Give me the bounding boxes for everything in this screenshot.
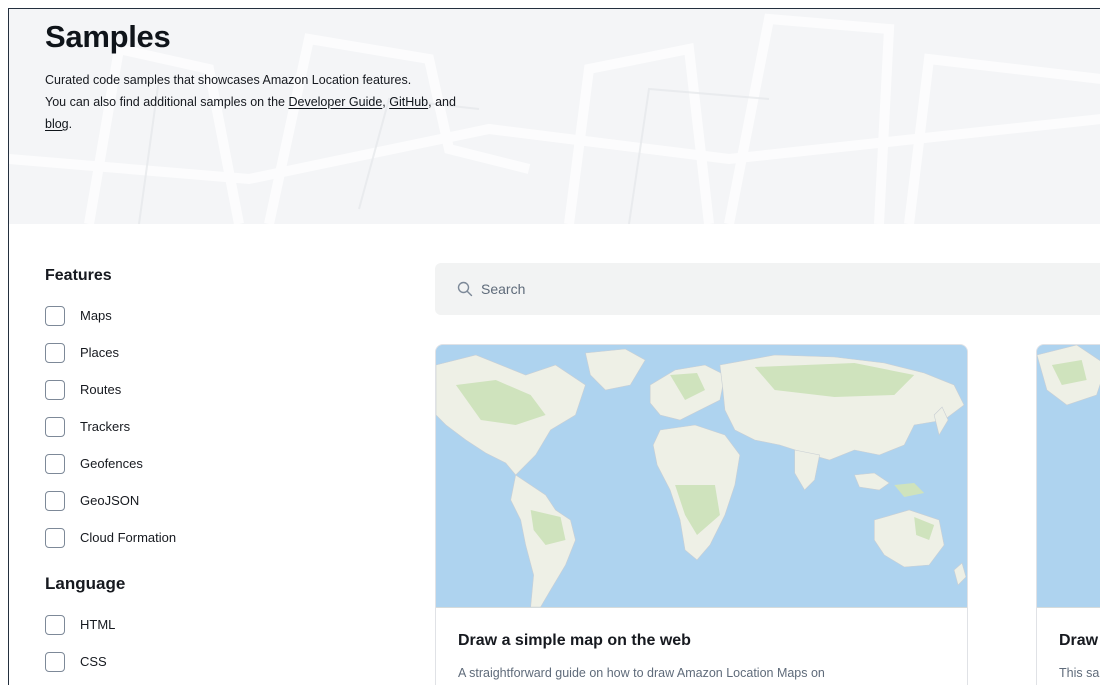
checkbox-label: CSS [80,654,107,669]
card-title[interactable]: Draw a simple map on the web [458,632,945,650]
hero-content: Samples Curated code samples that showca… [45,19,475,135]
checkbox-label: Trackers [80,419,131,434]
checkbox-label: HTML [80,617,116,632]
filter-css[interactable]: CSS [45,643,365,680]
sample-card[interactable]: Draw a simple map on the web A straightf… [435,344,968,685]
map-thumbnail [1037,345,1100,607]
filter-geojson[interactable]: GeoJSON [45,482,365,519]
hero-banner: Samples Curated code samples that showca… [9,9,1100,224]
checkbox-label: Cloud Formation [80,530,177,545]
checkbox-label: Geofences [80,456,143,471]
language-heading: Language [45,574,126,593]
search-input[interactable] [481,281,1081,297]
checkbox[interactable] [45,379,65,400]
blog-link[interactable]: blog [45,117,69,131]
checkbox-label: Places [80,345,120,360]
intro-line-1: Curated code samples that showcases Amaz… [45,73,412,87]
sample-card[interactable]: Draw This sa [1036,344,1100,685]
world-map-image [436,345,967,607]
separator-2: , and [428,95,456,109]
search-icon [457,281,473,297]
world-map-thumbnail [436,345,967,607]
github-link[interactable]: GitHub [389,95,428,109]
filter-cloud-formation[interactable]: Cloud Formation [45,519,365,556]
page-title: Samples [45,19,171,54]
search-bar[interactable] [435,263,1100,315]
checkbox[interactable] [45,651,65,672]
intro-line-2: You can also find additional samples on … [45,95,289,109]
intro-suffix: . [68,117,73,131]
checkbox[interactable] [45,416,65,437]
card-description: This sa [1059,666,1100,680]
developer-guide-link[interactable]: Developer Guide [288,95,382,109]
checkbox-label: GeoJSON [80,493,140,508]
filter-places[interactable]: Places [45,334,365,371]
checkbox[interactable] [45,614,65,635]
checkbox[interactable] [45,490,65,511]
filter-maps[interactable]: Maps [45,297,365,334]
filter-geofences[interactable]: Geofences [45,445,365,482]
checkbox[interactable] [45,342,65,363]
checkbox[interactable] [45,305,65,326]
checkbox-label: Routes [80,382,122,397]
features-heading: Features [45,267,112,284]
page-frame: Samples Curated code samples that showca… [8,8,1100,685]
checkbox[interactable] [45,527,65,548]
checkbox[interactable] [45,453,65,474]
card-description: A straightforward guide on how to draw A… [458,666,825,680]
filter-sidebar: Features Maps Places Routes Trackers Geo… [45,267,365,680]
filter-html[interactable]: HTML [45,606,365,643]
card-body: Draw a simple map on the web A straightf… [436,607,967,680]
card-body: Draw This sa [1037,607,1100,680]
filter-routes[interactable]: Routes [45,371,365,408]
language-list: HTML CSS [45,606,365,680]
filter-trackers[interactable]: Trackers [45,408,365,445]
features-list: Maps Places Routes Trackers Geofences Ge… [45,297,365,556]
map-image [1037,345,1100,607]
intro-text: Curated code samples that showcases Amaz… [45,69,475,135]
card-title[interactable]: Draw [1059,632,1100,650]
checkbox-label: Maps [80,308,112,323]
